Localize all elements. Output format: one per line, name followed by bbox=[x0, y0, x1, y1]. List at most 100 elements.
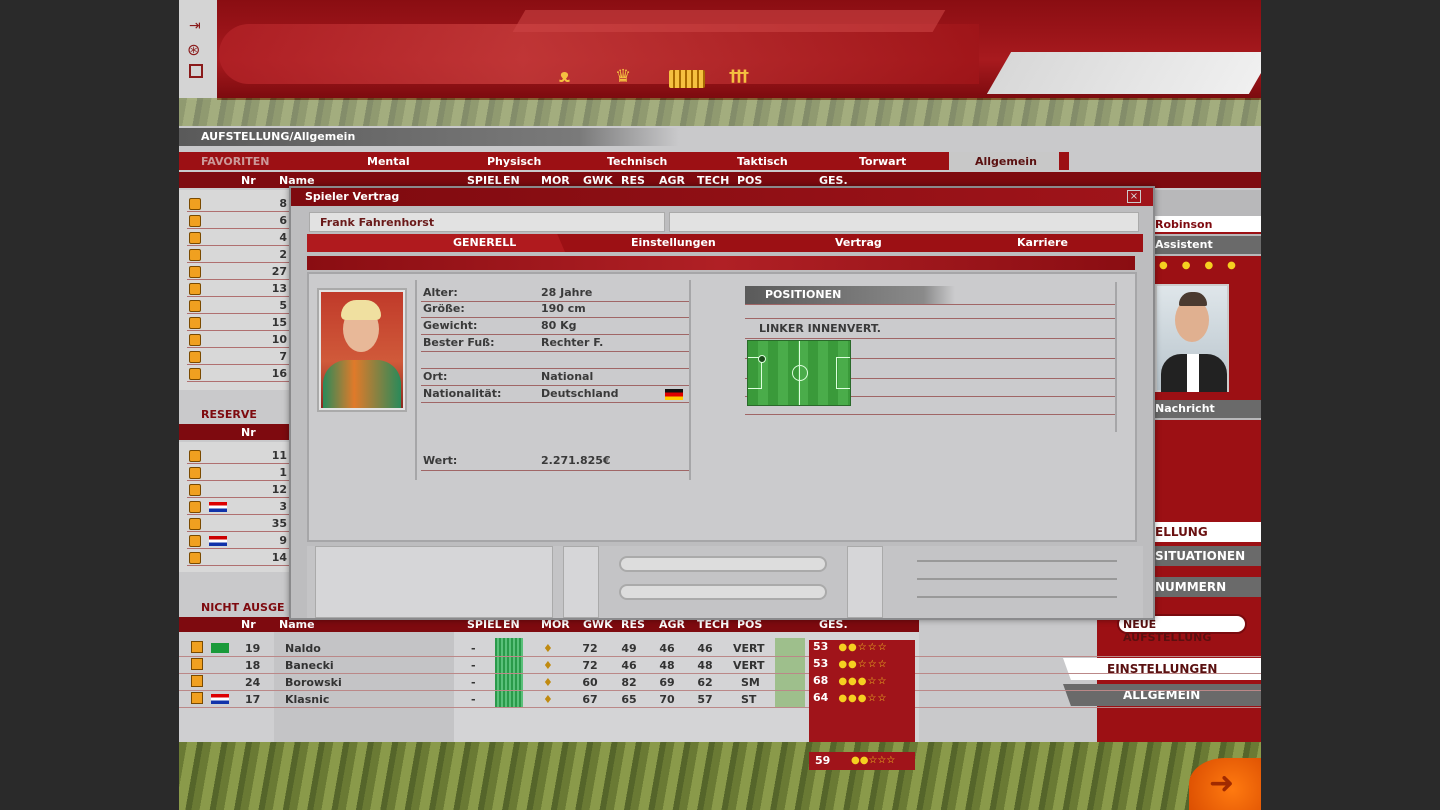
list-item[interactable]: 16 bbox=[187, 366, 297, 382]
lock-icon bbox=[189, 334, 201, 346]
rating-stars: ●●●☆☆ bbox=[838, 676, 888, 687]
germany-flag-icon bbox=[665, 389, 683, 400]
lock-icon bbox=[191, 641, 203, 653]
staff-shirt bbox=[1187, 354, 1199, 392]
pitch-position-map bbox=[747, 340, 851, 406]
lock-icon bbox=[189, 283, 201, 295]
croatia-flag-icon bbox=[209, 502, 227, 512]
morale-icon: ♦ bbox=[543, 659, 553, 672]
extra-ges-cell: 59 ●●☆☆☆ bbox=[809, 752, 915, 770]
save-icon[interactable] bbox=[189, 64, 203, 78]
col-nr[interactable]: Nr bbox=[241, 174, 256, 187]
bottom-slot-2 bbox=[619, 584, 827, 600]
list-item[interactable]: 8 bbox=[187, 196, 297, 212]
table-row[interactable]: 19 Naldo - ♦ 72 49 46 46 VERT bbox=[179, 640, 1261, 657]
tab-physisch[interactable]: Physisch bbox=[487, 155, 541, 168]
game-screen: ⇥ ⊛ ᴥ ♛ ††† AUFSTELLUNG/Allgemein FAVORI… bbox=[179, 0, 1261, 810]
list-item[interactable]: 4 bbox=[187, 230, 297, 246]
staff-photo bbox=[1155, 284, 1229, 392]
lock-icon bbox=[189, 300, 201, 312]
staff-card: ●●●● bbox=[1151, 256, 1261, 410]
player-name: Frank Fahrenhorst bbox=[320, 216, 435, 229]
ges-column-bottom bbox=[809, 708, 915, 742]
nicht-col-nr[interactable]: Nr bbox=[241, 618, 256, 631]
player-name-field: Frank Fahrenhorst bbox=[309, 212, 665, 232]
tab-technisch[interactable]: Technisch bbox=[607, 155, 667, 168]
rating-stars: ●●●☆☆ bbox=[838, 693, 888, 704]
rating-stars: ●●☆☆☆ bbox=[838, 659, 888, 670]
dialog-subbar bbox=[307, 256, 1135, 270]
positions-header: POSITIONEN bbox=[745, 286, 955, 304]
generell-panel: Alter: 28 Jahre Größe: 190 cm Gewicht: 8… bbox=[307, 272, 1137, 542]
list-item[interactable]: 14 bbox=[187, 550, 297, 566]
field-nationalitaet-label: Nationalität: bbox=[423, 387, 502, 400]
staff-name-box: Robinson bbox=[1151, 216, 1261, 234]
lock-icon bbox=[189, 501, 201, 513]
nachricht-box[interactable]: Nachricht bbox=[1151, 400, 1261, 418]
field-gewicht-value: 80 Kg bbox=[541, 319, 577, 332]
field-bester-fuss-label: Bester Fuß: bbox=[423, 336, 495, 349]
tab-generell: GENERELL bbox=[453, 236, 517, 249]
player-info: Alter: 28 Jahre Größe: 190 cm Gewicht: 8… bbox=[415, 280, 691, 480]
tab-torwart[interactable]: Torwart bbox=[859, 155, 906, 168]
continue-arrow-icon[interactable]: ➜ bbox=[1189, 758, 1261, 810]
list-item[interactable]: 27 bbox=[187, 264, 297, 280]
player-jersey bbox=[323, 360, 401, 408]
list-item[interactable]: 5 bbox=[187, 298, 297, 314]
list-item[interactable]: 12 bbox=[187, 482, 297, 498]
background-grass-top bbox=[179, 98, 1261, 126]
tab-allgemein-active[interactable]: Allgemein bbox=[949, 152, 1059, 170]
field-wert-value: 2.271.825€ bbox=[541, 454, 611, 467]
list-item[interactable]: 3 bbox=[187, 499, 297, 515]
tab-mental[interactable]: Mental bbox=[367, 155, 410, 168]
dialog-bottom-panel bbox=[307, 546, 1143, 618]
dialog-titlebar: Spieler Vertrag × bbox=[291, 188, 1153, 206]
header-stripe bbox=[512, 10, 946, 32]
field-wert-label: Wert: bbox=[423, 454, 458, 467]
list-item[interactable]: 6 bbox=[187, 213, 297, 229]
table-row[interactable]: 24 Borowski - ♦ 60 82 69 62 SM bbox=[179, 674, 1261, 691]
list-item[interactable]: 9 bbox=[187, 533, 297, 549]
close-icon[interactable]: × bbox=[1127, 190, 1141, 203]
list-item[interactable]: 11 bbox=[187, 448, 297, 464]
reserve-col-nr[interactable]: Nr bbox=[241, 426, 256, 439]
field-nationalitaet-value: Deutschland bbox=[541, 387, 619, 400]
tab-generell-active[interactable]: GENERELL bbox=[307, 234, 565, 252]
stadium-icon[interactable] bbox=[669, 70, 705, 88]
ges-cell: 53 ●●☆☆☆ bbox=[809, 657, 915, 674]
players-icon[interactable]: ††† bbox=[729, 66, 765, 90]
list-item[interactable]: 35 bbox=[187, 516, 297, 532]
morale-icon: ♦ bbox=[543, 642, 553, 655]
team-icon[interactable]: ᴥ bbox=[559, 66, 593, 90]
favoriten-label[interactable]: FAVORITEN bbox=[201, 155, 269, 168]
lock-icon bbox=[189, 450, 201, 462]
tab-taktisch[interactable]: Taktisch bbox=[737, 155, 788, 168]
options-icon[interactable]: ⊛ bbox=[187, 40, 200, 59]
background-grass-bottom bbox=[179, 742, 1261, 810]
list-item[interactable]: 15 bbox=[187, 315, 297, 331]
tab-vertrag[interactable]: Vertrag bbox=[835, 236, 882, 249]
tab-einstellungen[interactable]: Einstellungen bbox=[631, 236, 716, 249]
breadcrumb-bar: AUFSTELLUNG/Allgemein bbox=[179, 128, 679, 146]
lock-icon bbox=[191, 658, 203, 670]
list-item[interactable]: 2 bbox=[187, 247, 297, 263]
table-row[interactable]: 17 Klasnic - ♦ 67 65 70 57 ST bbox=[179, 691, 1261, 708]
exit-icon[interactable]: ⇥ bbox=[189, 18, 201, 34]
tab-karriere[interactable]: Karriere bbox=[1017, 236, 1068, 249]
croatia-flag-icon bbox=[211, 694, 229, 704]
staff-role-box: Assistent bbox=[1151, 236, 1261, 254]
trophy-icon[interactable]: ♛ bbox=[615, 66, 649, 90]
list-item[interactable]: 1 bbox=[187, 465, 297, 481]
position-marker bbox=[758, 355, 766, 363]
positions-panel: POSITIONEN LINKER INNENVERT. bbox=[745, 282, 1117, 432]
positions-title: POSITIONEN bbox=[765, 288, 842, 301]
lock-icon bbox=[189, 317, 201, 329]
table-row[interactable]: 18 Banecki - ♦ 72 46 48 48 VERT bbox=[179, 657, 1261, 674]
list-item[interactable]: 7 bbox=[187, 349, 297, 365]
ges-cell: 68 ●●●☆☆ bbox=[809, 674, 915, 691]
list-item[interactable]: 13 bbox=[187, 281, 297, 297]
lock-icon bbox=[189, 249, 201, 261]
list-item[interactable]: 10 bbox=[187, 332, 297, 348]
lock-icon bbox=[189, 484, 201, 496]
ges-cell: 64 ●●●☆☆ bbox=[809, 691, 915, 708]
